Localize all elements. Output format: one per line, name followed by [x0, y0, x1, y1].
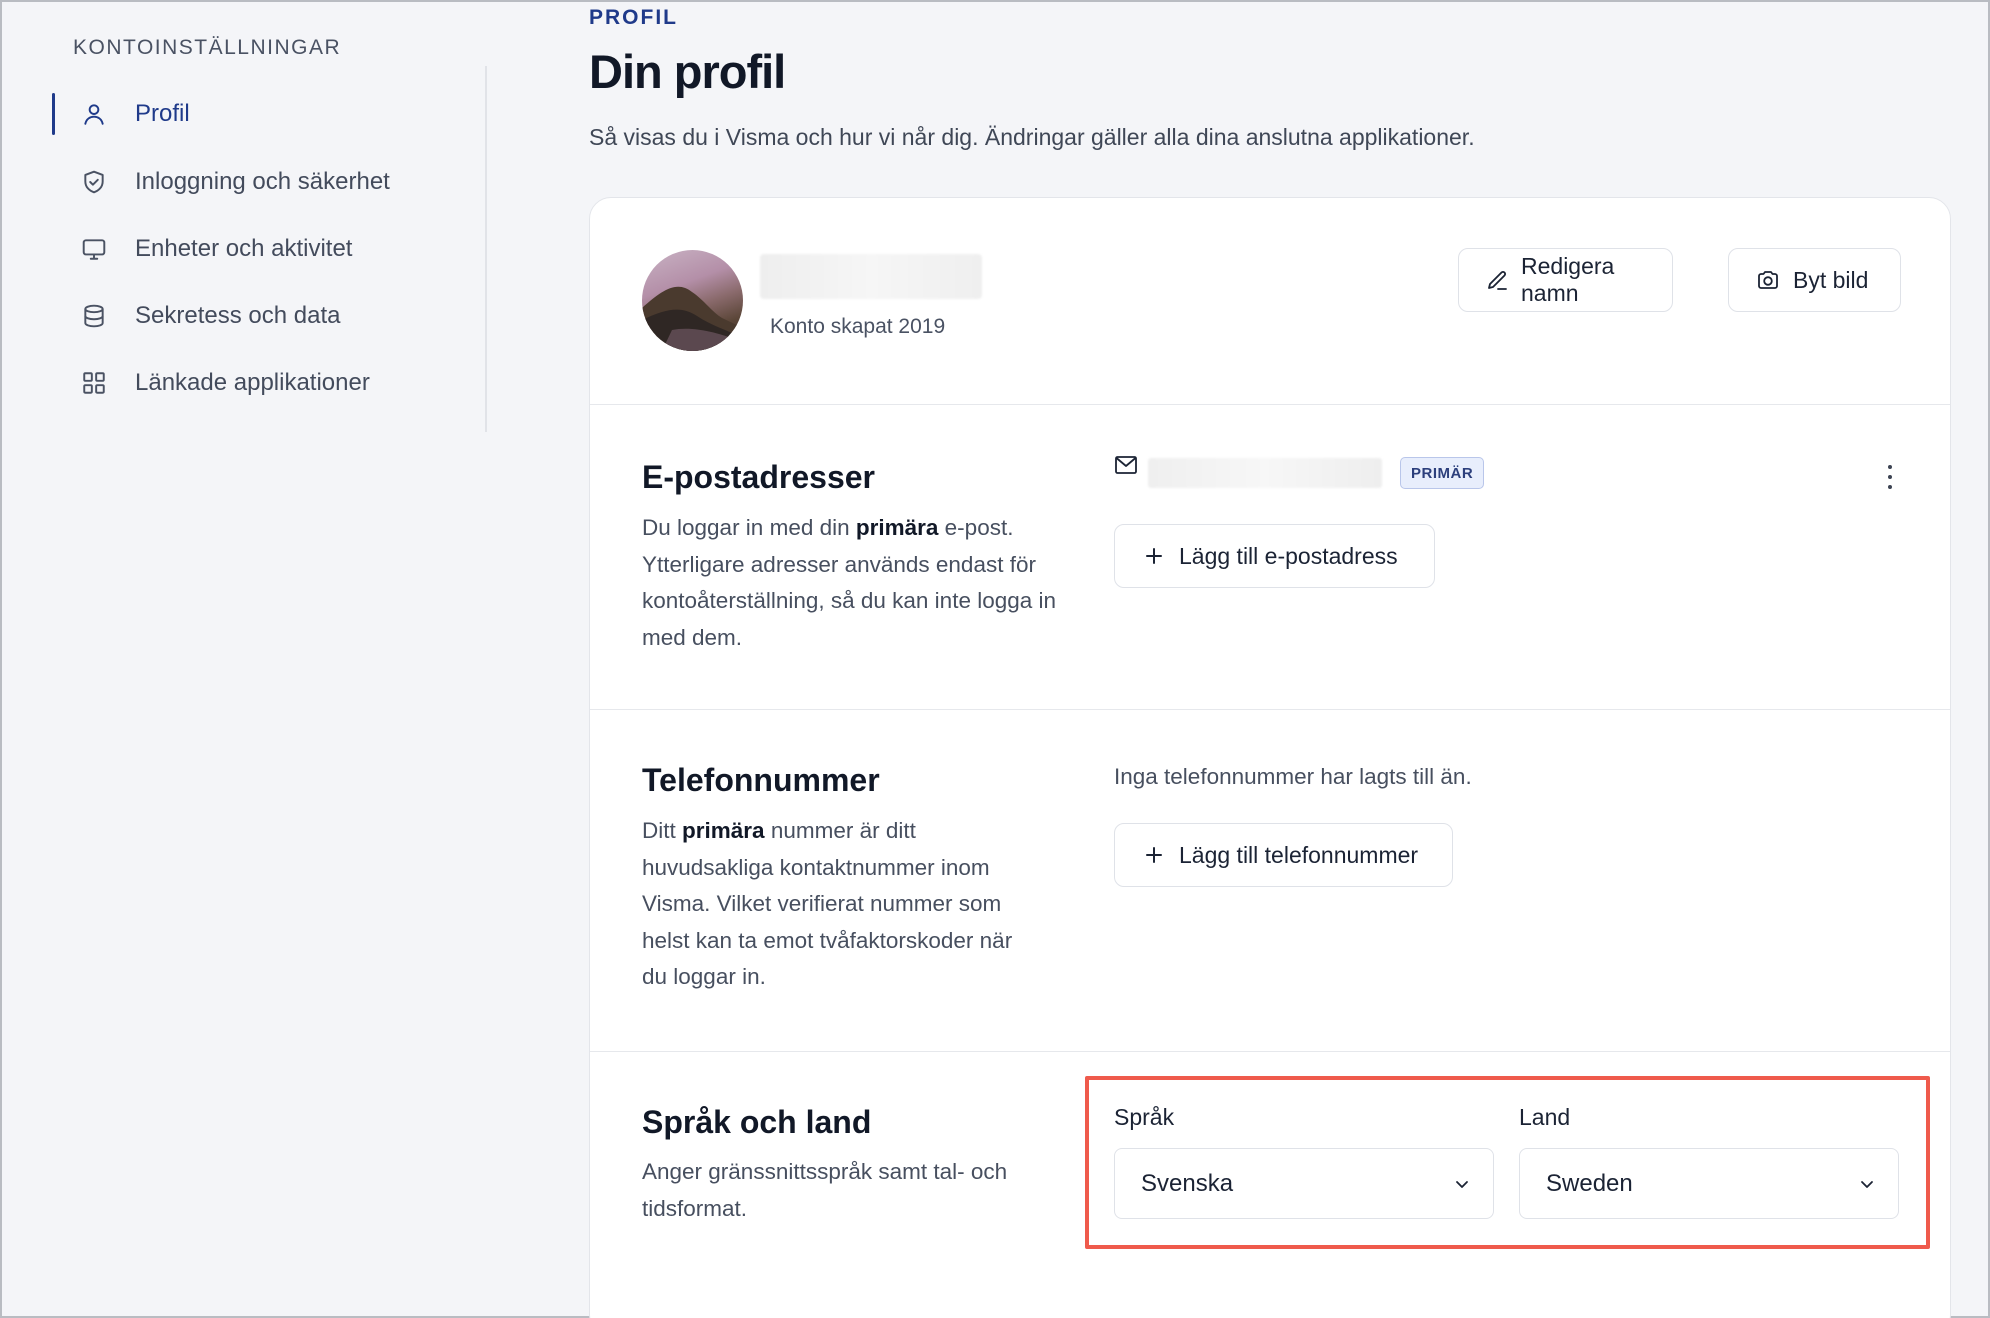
no-phones-text: Inga telefonnummer har lagts till än. — [1114, 764, 1472, 789]
sidebar-item-label: Profil — [135, 100, 190, 127]
grid-icon — [80, 369, 108, 397]
sidebar-item-privacy[interactable]: Sekretess och data — [52, 295, 472, 337]
pencil-icon — [1485, 267, 1509, 293]
account-created-text: Konto skapat 2019 — [770, 315, 946, 338]
sidebar-item-label: Inloggning och säkerhet — [135, 168, 390, 195]
sidebar-item-profil[interactable]: Profil — [52, 93, 472, 135]
sidebar-heading: KONTOINSTÄLLNINGAR — [73, 36, 342, 59]
primary-badge: PRIMÄR — [1400, 457, 1485, 489]
plus-icon — [1141, 543, 1167, 569]
page-title: Din profil — [589, 45, 786, 98]
sidebar: KONTOINSTÄLLNINGAR Profil Inloggning och… — [0, 0, 488, 440]
phone-section-title: Telefonnummer — [642, 762, 880, 798]
page-description: Så visas du i Visma och hur vi når dig. … — [589, 124, 1475, 150]
sidebar-divider — [485, 66, 487, 432]
country-select[interactable]: Sweden — [1519, 1148, 1899, 1219]
sidebar-item-linked-apps[interactable]: Länkade applikationer — [52, 362, 472, 404]
add-phone-button[interactable]: Lägg till telefonnummer — [1114, 823, 1453, 887]
profile-section: Konto skapat 2019 Redigera namn Byt bild — [590, 198, 1950, 405]
country-value: Sweden — [1546, 1169, 1633, 1197]
email-section: E-postadresser Du loggar in med din prim… — [590, 405, 1950, 710]
sidebar-item-devices[interactable]: Enheter och aktivitet — [52, 228, 472, 270]
language-section-description: Anger gränssnittsspråk samt tal- och tid… — [642, 1159, 1008, 1221]
country-label: Land — [1519, 1104, 1571, 1130]
change-picture-button[interactable]: Byt bild — [1728, 248, 1901, 312]
profile-card: Konto skapat 2019 Redigera namn Byt bild… — [589, 197, 1951, 1318]
plus-icon — [1141, 842, 1167, 868]
sidebar-item-label: Länkade applikationer — [135, 369, 370, 396]
language-value: Svenska — [1141, 1169, 1234, 1197]
sidebar-item-label: Enheter och aktivitet — [135, 235, 353, 262]
mail-icon — [1114, 455, 1140, 477]
language-select[interactable]: Svenska — [1114, 1148, 1494, 1219]
database-icon — [80, 302, 108, 330]
language-label: Språk — [1114, 1104, 1175, 1130]
avatar — [642, 250, 743, 351]
add-phone-label: Lägg till telefonnummer — [1179, 841, 1419, 868]
camera-icon — [1755, 267, 1781, 293]
name-redacted — [760, 254, 982, 299]
add-email-button[interactable]: Lägg till e-postadress — [1114, 524, 1435, 588]
language-section: Språk och land Anger gränssnittsspråk sa… — [590, 1052, 1950, 1318]
change-picture-label: Byt bild — [1793, 266, 1869, 293]
phone-section: Telefonnummer Ditt primära nummer är dit… — [590, 710, 1950, 1052]
sidebar-item-security[interactable]: Inloggning och säkerhet — [52, 161, 472, 203]
monitor-icon — [80, 235, 108, 263]
more-options-icon[interactable] — [1880, 461, 1900, 493]
phone-section-description: Ditt primära nummer är ditt huvudsakliga… — [642, 818, 1013, 989]
sidebar-item-label: Sekretess och data — [135, 302, 341, 329]
email-section-title: E-postadresser — [642, 459, 875, 495]
chevron-down-icon — [1858, 1175, 1876, 1193]
email-section-description: Du loggar in med din primära e-post. Ytt… — [642, 515, 1057, 650]
page-eyebrow: PROFIL — [589, 6, 678, 29]
shield-check-icon — [80, 168, 108, 196]
email-redacted — [1148, 458, 1382, 488]
user-icon — [80, 100, 108, 128]
edit-name-label: Redigera namn — [1521, 253, 1615, 306]
add-email-label: Lägg till e-postadress — [1179, 542, 1398, 569]
language-section-title: Språk och land — [642, 1104, 872, 1140]
edit-name-button[interactable]: Redigera namn — [1458, 248, 1673, 312]
chevron-down-icon — [1453, 1175, 1471, 1193]
